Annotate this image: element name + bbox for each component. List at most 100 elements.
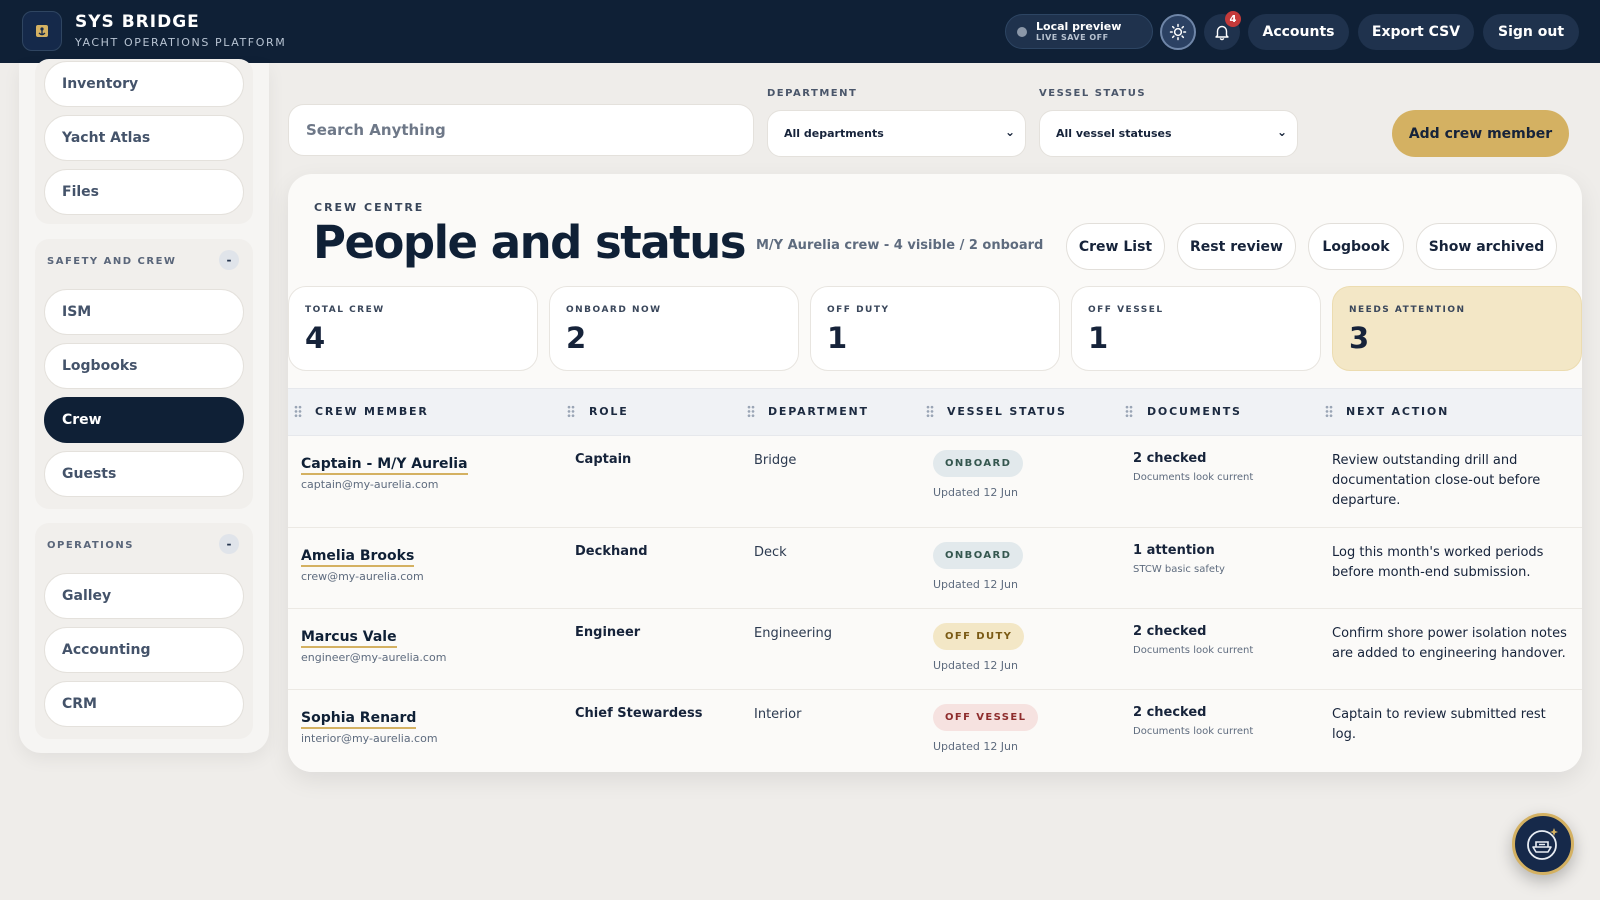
table-row[interactable]: Sophia Renard interior@my-aurelia.com Ch…: [288, 690, 1582, 772]
department-cell: Interior: [754, 707, 802, 722]
sidebar-item-crm[interactable]: CRM: [44, 681, 244, 727]
crew-member-cell: Amelia Brooks crew@my-aurelia.com: [301, 545, 424, 583]
preview-subtitle: LIVE SAVE OFF: [1036, 33, 1109, 42]
collapse-icon[interactable]: -: [219, 534, 239, 554]
crew-member-cell: Sophia Renard interior@my-aurelia.com: [301, 707, 438, 745]
documents-cell: 2 checked Documents look current: [1133, 451, 1253, 483]
vessel-status-cell: ONBOARD Updated 12 Jun: [933, 542, 1024, 591]
vessel-status-cell: OFF DUTY Updated 12 Jun: [933, 623, 1025, 672]
notifications-button[interactable]: 4: [1204, 11, 1241, 50]
department-cell: Engineering: [754, 626, 832, 641]
documents-detail: Documents look current: [1133, 645, 1254, 656]
stat-card-needs-attention[interactable]: NEEDS ATTENTION 3: [1332, 286, 1582, 371]
crew-email: engineer@my-aurelia.com: [301, 651, 447, 664]
stat-value: 4: [305, 321, 326, 355]
sign-out-button[interactable]: Sign out: [1483, 14, 1579, 50]
crew-list-button[interactable]: Crew List: [1066, 223, 1165, 270]
drag-handle-icon[interactable]: [747, 405, 755, 418]
sidebar-item-galley[interactable]: Galley: [44, 573, 244, 619]
stat-card-off-duty: OFF DUTY 1: [810, 286, 1060, 371]
sidebar-group-title: OPERATIONS: [47, 540, 134, 551]
sidebar-item-files[interactable]: Files: [44, 169, 244, 215]
column-header-department[interactable]: DEPARTMENT: [768, 405, 869, 418]
crew-summary: M/Y Aurelia crew - 4 visible / 2 onboard: [756, 238, 1044, 253]
column-header-vessel-status[interactable]: VESSEL STATUS: [947, 405, 1067, 418]
sidebar-item-crew[interactable]: Crew: [44, 397, 244, 443]
drag-handle-icon[interactable]: [1125, 405, 1133, 418]
brand-logo[interactable]: [22, 11, 62, 51]
local-preview-indicator[interactable]: Local preview LIVE SAVE OFF: [1005, 14, 1153, 49]
documents-summary: 2 checked: [1133, 624, 1207, 639]
table-row[interactable]: Amelia Brooks crew@my-aurelia.com Deckha…: [288, 528, 1582, 609]
column-header-role[interactable]: ROLE: [589, 405, 629, 418]
drag-handle-icon[interactable]: [294, 405, 302, 418]
sidebar-item-logbooks[interactable]: Logbooks: [44, 343, 244, 389]
documents-summary: 1 attention: [1133, 543, 1215, 558]
accounts-button[interactable]: Accounts: [1248, 14, 1349, 50]
table-header: CREW MEMBER ROLE DEPARTMENT VESSEL STATU…: [288, 388, 1582, 436]
crew-email: crew@my-aurelia.com: [301, 570, 424, 583]
sidebar-item-guests[interactable]: Guests: [44, 451, 244, 497]
stat-card-total-crew: TOTAL CREW 4: [288, 286, 538, 371]
sidebar-group-operations: OPERATIONS - Galley Accounting CRM: [35, 523, 253, 739]
stat-value: 3: [1349, 321, 1370, 355]
sidebar-item-yacht-atlas[interactable]: Yacht Atlas: [44, 115, 244, 161]
crew-name-link[interactable]: Sophia Renard: [301, 710, 417, 729]
crew-name-link[interactable]: Marcus Vale: [301, 629, 397, 648]
status-updated: Updated 12 Jun: [933, 578, 1018, 591]
sidebar-item-ism[interactable]: ISM: [44, 289, 244, 335]
column-header-crew-member[interactable]: CREW MEMBER: [315, 405, 429, 418]
logbook-button[interactable]: Logbook: [1308, 223, 1404, 270]
next-action-cell: Captain to review submitted rest log.: [1332, 707, 1546, 742]
crew-member-cell: Captain - M/Y Aurelia captain@my-aurelia…: [301, 453, 468, 491]
next-action-cell: Log this month's worked periods before m…: [1332, 545, 1544, 580]
drag-handle-icon[interactable]: [567, 405, 575, 418]
chevron-down-icon: ⌄: [1276, 125, 1287, 139]
theme-toggle-button[interactable]: [1160, 14, 1196, 50]
add-crew-member-button[interactable]: Add crew member: [1392, 110, 1569, 157]
next-action-cell: Review outstanding drill and documentati…: [1332, 453, 1541, 508]
department-select-value: All departments: [784, 127, 884, 140]
drag-handle-icon[interactable]: [926, 405, 934, 418]
sidebar-item-inventory[interactable]: Inventory: [44, 61, 244, 107]
role-cell: Captain: [575, 452, 632, 467]
role-cell: Chief Stewardess: [575, 706, 703, 721]
column-header-next-action[interactable]: NEXT ACTION: [1346, 405, 1449, 418]
collapse-icon[interactable]: -: [219, 250, 239, 270]
sidebar-group-title: SAFETY AND CREW: [47, 256, 177, 267]
show-archived-button[interactable]: Show archived: [1416, 223, 1557, 270]
stat-value: 1: [827, 321, 848, 355]
export-csv-button[interactable]: Export CSV: [1358, 14, 1474, 50]
vessel-status-cell: ONBOARD Updated 12 Jun: [933, 450, 1024, 499]
department-filter-label: DEPARTMENT: [767, 88, 858, 99]
stat-value: 1: [1088, 321, 1109, 355]
status-badge: ONBOARD: [933, 542, 1024, 569]
stat-label: OFF VESSEL: [1088, 305, 1164, 315]
notification-count-badge: 4: [1225, 11, 1241, 27]
documents-detail: STCW basic safety: [1133, 564, 1225, 575]
page-title: People and status: [313, 216, 747, 269]
assistant-button[interactable]: [1512, 813, 1574, 875]
department-select[interactable]: All departments ⌄: [767, 110, 1026, 157]
documents-cell: 1 attention STCW basic safety: [1133, 543, 1225, 575]
drag-handle-icon[interactable]: [1325, 405, 1333, 418]
stat-label: ONBOARD NOW: [566, 305, 662, 315]
crew-name-link[interactable]: Captain - M/Y Aurelia: [301, 456, 468, 475]
role-cell: Deckhand: [575, 544, 648, 559]
vessel-status-select[interactable]: All vessel statuses ⌄: [1039, 110, 1298, 157]
column-header-documents[interactable]: DOCUMENTS: [1147, 405, 1242, 418]
crew-member-cell: Marcus Vale engineer@my-aurelia.com: [301, 626, 446, 664]
stat-card-onboard-now: ONBOARD NOW 2: [549, 286, 799, 371]
rest-review-button[interactable]: Rest review: [1177, 223, 1296, 270]
documents-detail: Documents look current: [1133, 472, 1254, 483]
sun-icon: [1169, 23, 1187, 41]
table-row[interactable]: Marcus Vale engineer@my-aurelia.com Engi…: [288, 609, 1582, 690]
table-row[interactable]: Captain - M/Y Aurelia captain@my-aurelia…: [288, 436, 1582, 528]
stat-label: OFF DUTY: [827, 305, 890, 315]
status-updated: Updated 12 Jun: [933, 659, 1018, 672]
vessel-status-cell: OFF VESSEL Updated 12 Jun: [933, 704, 1039, 753]
sidebar-item-accounting[interactable]: Accounting: [44, 627, 244, 673]
crew-name-link[interactable]: Amelia Brooks: [301, 548, 415, 567]
status-updated: Updated 12 Jun: [933, 486, 1018, 499]
search-input[interactable]: Search Anything: [288, 104, 754, 156]
